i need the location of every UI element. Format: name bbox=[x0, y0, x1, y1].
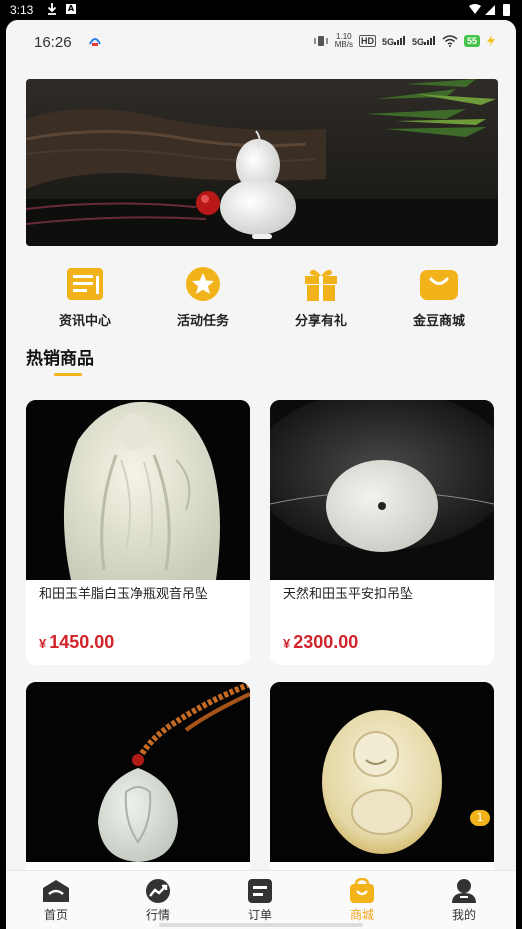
gift-icon bbox=[305, 269, 337, 301]
wifi-signal-battery-icons bbox=[469, 4, 510, 16]
hd-badge: HD bbox=[358, 35, 376, 47]
device-status-bar: 16:26 1.10 MB/s HD 5G 5G 55 bbox=[6, 20, 516, 64]
home-indicator[interactable] bbox=[159, 923, 363, 927]
charging-icon bbox=[487, 35, 495, 47]
promo-banner[interactable] bbox=[26, 79, 498, 246]
product-name: 天然和田玉平安扣吊坠 bbox=[283, 587, 414, 602]
wifi-icon bbox=[442, 35, 458, 47]
quick-link-gift[interactable]: 分享有礼 bbox=[271, 266, 371, 329]
download-icon bbox=[47, 3, 57, 15]
product-price: ¥1450.00 bbox=[39, 632, 115, 652]
quick-links: 资讯中心 活动任务 分享有礼 金豆商城 bbox=[6, 266, 516, 330]
system-time: 3:13 bbox=[10, 3, 34, 17]
section-underline bbox=[54, 373, 82, 376]
signal-5g-1: 5G bbox=[382, 35, 406, 47]
product-card[interactable]: 和田玉羊脂白玉净瓶观音吊坠 ¥1450.00 bbox=[26, 400, 250, 665]
product-card[interactable] bbox=[26, 682, 250, 882]
system-status-bar: 3:13 A bbox=[0, 0, 522, 20]
quick-link-tasks[interactable]: 活动任务 bbox=[153, 266, 253, 329]
network-speed: 1.10 MB/s bbox=[334, 32, 353, 49]
signal-bars-icon bbox=[393, 35, 405, 45]
tab-orders[interactable]: 订单 bbox=[220, 878, 300, 923]
shop-icon bbox=[350, 878, 374, 903]
product-image-maitreya-pendant bbox=[270, 682, 494, 862]
star-icon bbox=[186, 267, 220, 301]
quick-link-bean-mall[interactable]: 金豆商城 bbox=[389, 266, 489, 329]
banner-jade-gourd-image bbox=[26, 79, 498, 246]
tab-market[interactable]: 行情 bbox=[118, 878, 198, 923]
floating-badge[interactable]: 1 bbox=[470, 810, 490, 826]
home-icon bbox=[43, 880, 69, 902]
signal-bars-icon bbox=[423, 35, 435, 45]
product-card[interactable] bbox=[270, 682, 494, 882]
app-notification-icon: A bbox=[66, 4, 76, 14]
banner-indicator[interactable] bbox=[252, 234, 272, 239]
carrier-badge-icon bbox=[89, 38, 101, 46]
app-screen: 16:26 1.10 MB/s HD 5G 5G 55 资讯中心 活动任务 分享… bbox=[6, 20, 516, 929]
product-image-jade-pendant bbox=[26, 682, 250, 862]
user-icon bbox=[452, 879, 476, 903]
device-time: 16:26 bbox=[34, 34, 72, 51]
trend-icon bbox=[146, 879, 170, 903]
news-icon bbox=[67, 268, 103, 300]
product-price: ¥2300.00 bbox=[283, 632, 359, 652]
signal-5g-2: 5G bbox=[412, 35, 436, 47]
quick-link-news[interactable]: 资讯中心 bbox=[35, 266, 135, 329]
bottom-tab-bar: 首页 行情 订单 商城 我的 bbox=[6, 870, 516, 929]
product-name: 和田玉羊脂白玉净瓶观音吊坠 bbox=[39, 587, 209, 602]
battery-level: 55 bbox=[463, 35, 480, 47]
device-status-icons: 1.10 MB/s HD 5G 5G 55 bbox=[313, 33, 496, 49]
vibrate-icon bbox=[314, 36, 328, 46]
tab-profile[interactable]: 我的 bbox=[424, 878, 504, 923]
section-title-hot-products: 热销商品 bbox=[26, 349, 94, 369]
order-icon bbox=[248, 879, 272, 903]
tab-mall[interactable]: 商城 bbox=[322, 878, 402, 923]
product-image-peace-buckle bbox=[270, 400, 494, 580]
product-image-guanyin-pendant bbox=[26, 400, 250, 580]
tab-home[interactable]: 首页 bbox=[16, 878, 96, 923]
product-card[interactable]: 天然和田玉平安扣吊坠 ¥2300.00 bbox=[270, 400, 494, 665]
shopping-bag-icon bbox=[420, 270, 458, 300]
